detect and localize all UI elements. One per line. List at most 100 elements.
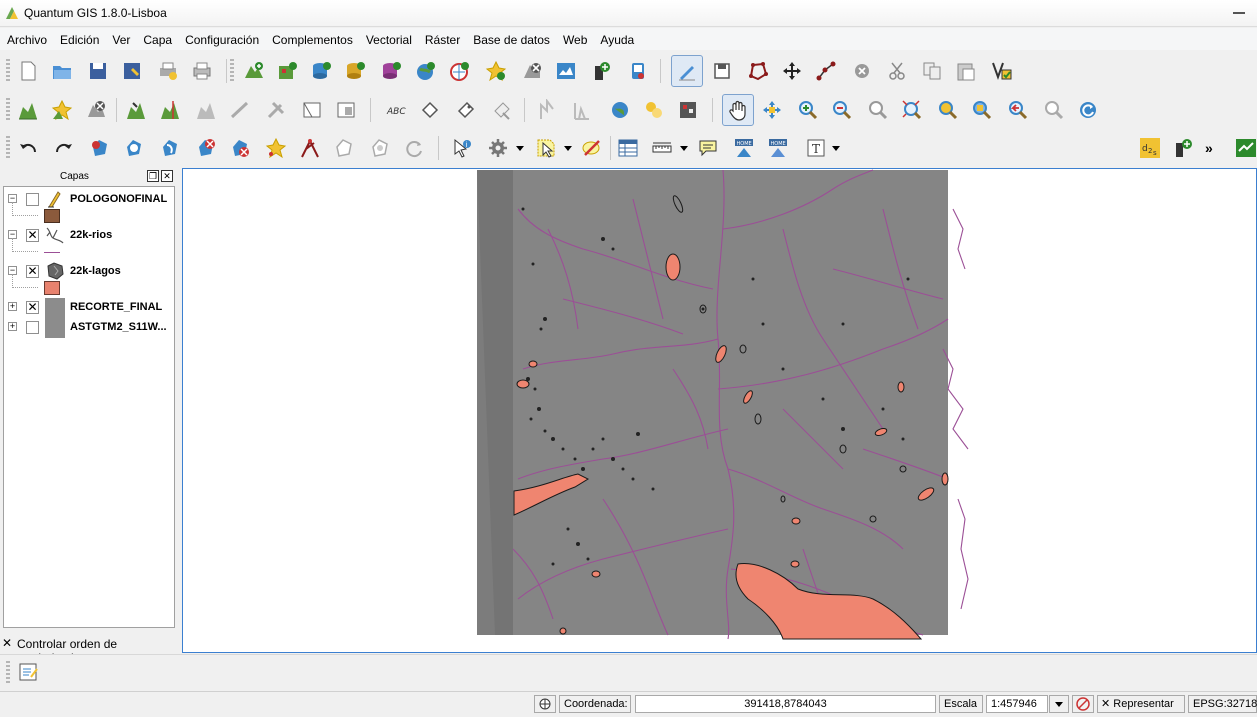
show-bookmarks-button[interactable]: HOME [764, 134, 792, 162]
zoom-last-button[interactable] [1004, 96, 1032, 124]
offset-curve-button[interactable] [226, 96, 254, 124]
add-vector-layer-button[interactable] [240, 57, 268, 85]
rotate-label-button[interactable] [452, 96, 480, 124]
add-ring-button[interactable] [14, 96, 42, 124]
annotation-dropdown[interactable] [832, 146, 840, 151]
layer-visibility-checkbox[interactable] [26, 321, 39, 334]
menu-web[interactable]: Web [556, 28, 593, 50]
attribute-table-button[interactable] [614, 134, 642, 162]
split-button[interactable] [156, 96, 184, 124]
scale-field[interactable]: 1:457946 [986, 695, 1048, 713]
pan-to-selection-button[interactable] [758, 96, 786, 124]
expand-icon[interactable]: + [8, 322, 17, 331]
new-spatialite-button[interactable] [588, 57, 616, 85]
measure-button[interactable] [648, 134, 676, 162]
merge-attributes-button[interactable] [296, 134, 324, 162]
save-edits-button[interactable] [708, 57, 736, 85]
menu-configuracion[interactable]: Configuración [178, 28, 265, 50]
edit-notes-button[interactable] [14, 658, 42, 686]
offset-button[interactable] [330, 134, 358, 162]
text-annotation-button[interactable]: T [802, 134, 830, 162]
add-feature-button[interactable] [744, 57, 772, 85]
render-order-checkbox[interactable]: ✕ [2, 637, 14, 650]
split-parts-button[interactable] [192, 134, 220, 162]
run-action-button[interactable] [484, 134, 512, 162]
new-project-button[interactable] [14, 57, 42, 85]
undo-button[interactable] [14, 134, 42, 162]
zoom-selection-button[interactable] [968, 96, 996, 124]
print-button[interactable] [188, 57, 216, 85]
expand-icon[interactable]: + [8, 302, 17, 311]
add-spatialite-layer-button[interactable] [342, 57, 370, 85]
toolbar-grip[interactable] [6, 136, 10, 160]
new-bookmark-button[interactable]: HOME [730, 134, 758, 162]
zoom-out-button[interactable] [828, 96, 856, 124]
zoom-next-button[interactable] [1040, 96, 1068, 124]
map-tips-button[interactable] [694, 134, 722, 162]
measure-dropdown[interactable] [680, 146, 688, 151]
save-project-button[interactable] [84, 57, 112, 85]
merge-button[interactable] [192, 96, 220, 124]
remove-layer-button[interactable] [518, 57, 546, 85]
float-panel-button[interactable]: ❐ [147, 170, 159, 182]
d2s-button[interactable]: d2s [1136, 134, 1164, 162]
heatmap-button[interactable] [674, 96, 702, 124]
render-checkbox[interactable]: ✕ [1101, 698, 1110, 710]
simplify-button[interactable] [262, 96, 290, 124]
copy-features-button[interactable] [918, 57, 946, 85]
print-composer-button[interactable] [154, 57, 182, 85]
add-raster-layer-button[interactable] [274, 57, 302, 85]
add-mssql-layer-button[interactable] [378, 57, 406, 85]
add-delimited-text-button[interactable] [482, 57, 510, 85]
toolbar-grip[interactable] [6, 661, 10, 685]
open-project-button[interactable] [48, 57, 76, 85]
menu-complementos[interactable]: Complementos [265, 28, 359, 50]
globe-button[interactable] [606, 96, 634, 124]
layer-visibility-checkbox[interactable]: ✕ [26, 301, 39, 314]
label-button[interactable]: ABC [382, 96, 410, 124]
add-wms-layer-button[interactable] [412, 57, 440, 85]
refresh-button[interactable] [1074, 96, 1102, 124]
delete-ring-button[interactable] [82, 96, 110, 124]
coordinate-capture-button[interactable] [640, 96, 668, 124]
new-shapefile-button[interactable] [552, 57, 580, 85]
menu-base-de-datos[interactable]: Base de datos [466, 28, 556, 50]
run-action-dropdown[interactable] [516, 146, 524, 151]
close-panel-button[interactable]: ✕ [161, 170, 173, 182]
layer-tree[interactable]: − POLOGONOFINAL − ✕ 22k-rios − ✕ 22k-lag… [3, 186, 175, 628]
identify-button[interactable]: i [448, 134, 476, 162]
node-select-button[interactable] [262, 134, 290, 162]
toolbar-grip[interactable] [6, 98, 10, 122]
move-label-button[interactable] [416, 96, 444, 124]
render-order-control[interactable]: ✕ Controlar orden de renderizado [0, 636, 180, 665]
zoom-in-button[interactable] [794, 96, 822, 124]
fill-ring-button[interactable] [86, 134, 114, 162]
add-postgis-layer-button[interactable] [308, 57, 336, 85]
menu-capa[interactable]: Capa [136, 28, 178, 50]
save-as-button[interactable] [118, 57, 146, 85]
python-button[interactable] [1232, 134, 1257, 162]
minimize-button[interactable] [1233, 12, 1245, 14]
rotate-point-button[interactable] [226, 134, 254, 162]
snapping-button[interactable] [534, 96, 562, 124]
crs-status-button[interactable]: EPSG:32718 [1188, 695, 1257, 713]
menu-edicion[interactable]: Edición [53, 28, 105, 50]
toolbar-grip[interactable] [230, 59, 234, 83]
cut-features-button[interactable] [884, 57, 912, 85]
select-button[interactable] [532, 134, 560, 162]
select-dropdown[interactable] [564, 146, 572, 151]
stop-render-button[interactable] [1072, 695, 1094, 713]
toolbar-grip[interactable] [6, 59, 10, 83]
delete-selected-button[interactable] [848, 57, 876, 85]
change-label-button[interactable] [488, 96, 516, 124]
gps-button[interactable] [624, 57, 652, 85]
menu-ayuda[interactable]: Ayuda [593, 28, 640, 50]
zoom-full-button[interactable] [898, 96, 926, 124]
validate-button[interactable] [988, 57, 1016, 85]
reshape-features-button[interactable] [156, 134, 184, 162]
reshape-button[interactable] [122, 96, 150, 124]
deselect-button[interactable] [578, 134, 606, 162]
move-feature-button[interactable] [778, 57, 806, 85]
zoom-layer-button[interactable] [934, 96, 962, 124]
toggle-editing-button[interactable] [671, 55, 703, 87]
